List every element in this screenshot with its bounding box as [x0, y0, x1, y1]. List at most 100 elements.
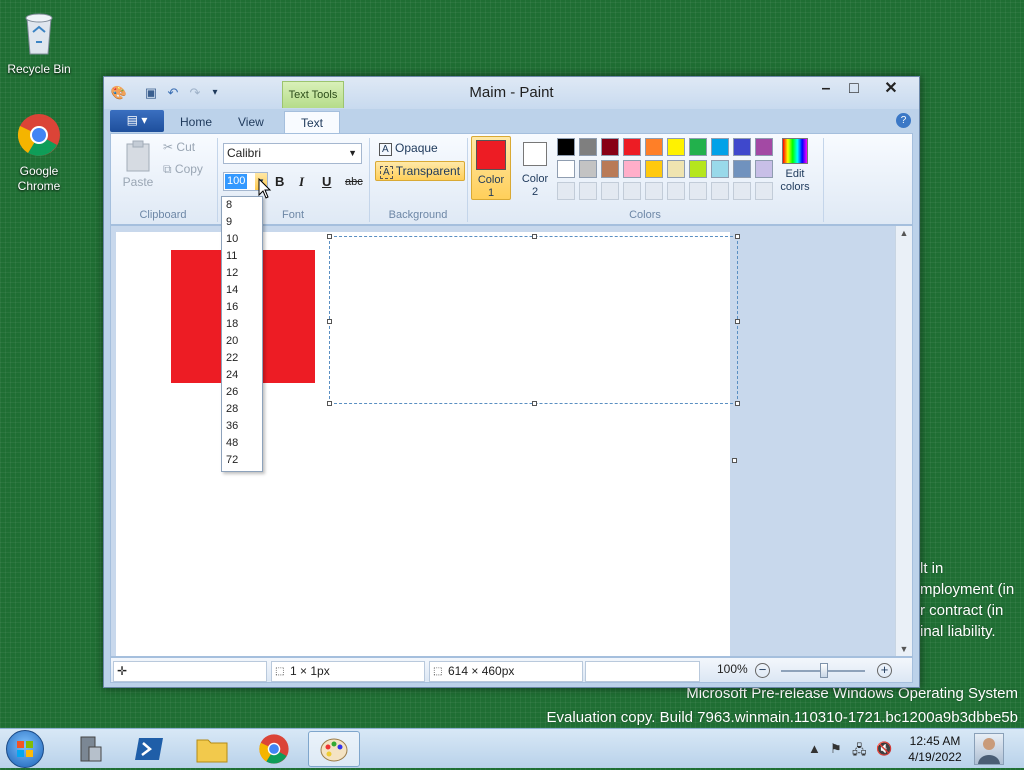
color2-button[interactable]: Color 2 — [515, 136, 555, 200]
font-size-option[interactable]: 18 — [222, 316, 262, 333]
resize-handle[interactable] — [532, 401, 537, 406]
opaque-icon: A — [379, 143, 392, 156]
title-bar[interactable]: 🎨 ▣ ↶ ↷ ▾ Text Tools Maim - Paint – □ ✕ — [104, 77, 919, 109]
tab-view[interactable]: View — [228, 111, 274, 133]
palette-swatch[interactable] — [579, 138, 597, 156]
palette-swatch[interactable] — [733, 160, 751, 178]
taskbar-paint[interactable] — [308, 731, 360, 767]
palette-swatch[interactable] — [733, 138, 751, 156]
palette-swatch[interactable] — [557, 138, 575, 156]
palette-swatch[interactable] — [623, 138, 641, 156]
font-size-option[interactable]: 36 — [222, 418, 262, 435]
palette-swatch[interactable] — [623, 160, 641, 178]
taskbar-powershell[interactable] — [124, 731, 176, 767]
paint-menu-button[interactable]: ▤ ▾ — [110, 110, 164, 132]
bold-button[interactable]: B — [275, 174, 284, 189]
clipboard-icon — [126, 140, 150, 172]
palette-swatch[interactable] — [579, 160, 597, 178]
edit-colors-button[interactable]: Edit colors — [775, 136, 815, 200]
font-size-option[interactable]: 26 — [222, 384, 262, 401]
zoom-slider-thumb[interactable] — [820, 663, 828, 678]
palette-swatch[interactable] — [689, 160, 707, 178]
network-icon[interactable]: 🖧 — [852, 741, 867, 763]
palette-swatch[interactable] — [711, 138, 729, 156]
resize-handle[interactable] — [735, 401, 740, 406]
font-size-option[interactable]: 22 — [222, 350, 262, 367]
color1-button[interactable]: Color 1 — [471, 136, 511, 200]
cut-button[interactable]: ✂ Cut — [163, 140, 195, 154]
close-button[interactable]: ✕ — [877, 79, 905, 99]
paste-button[interactable]: Paste — [121, 140, 155, 189]
show-hidden-icons-icon[interactable]: ▲ — [808, 741, 821, 756]
palette-swatch[interactable] — [557, 160, 575, 178]
user-avatar[interactable] — [974, 733, 1004, 765]
volume-muted-icon[interactable]: 🔇 — [876, 741, 892, 757]
font-size-option[interactable]: 24 — [222, 367, 262, 384]
tab-text[interactable]: Text — [284, 111, 341, 133]
palette-swatch[interactable] — [755, 160, 773, 178]
font-size-option[interactable]: 16 — [222, 299, 262, 316]
palette-swatch[interactable] — [601, 160, 619, 178]
palette-swatch[interactable] — [711, 160, 729, 178]
palette-swatch[interactable] — [689, 138, 707, 156]
resize-handle[interactable] — [327, 319, 332, 324]
cut-label: Cut — [176, 140, 196, 154]
zoom-level: 100% — [717, 662, 748, 676]
font-size-option[interactable]: 12 — [222, 265, 262, 282]
maximize-button[interactable]: □ — [840, 79, 868, 99]
taskbar-server-manager[interactable] — [64, 731, 116, 767]
tab-home[interactable]: Home — [170, 111, 222, 133]
font-size-option[interactable]: 14 — [222, 282, 262, 299]
action-center-flag-icon[interactable]: ⚑ — [830, 741, 842, 757]
font-size-option[interactable]: 11 — [222, 248, 262, 265]
selection-icon: ⬚ — [275, 666, 285, 677]
custom-color-slot — [689, 182, 707, 200]
font-family-select[interactable]: Calibri ▼ — [223, 143, 362, 164]
font-size-option[interactable]: 20 — [222, 333, 262, 350]
minimize-button[interactable]: – — [812, 79, 840, 99]
desktop-icon-recycle-bin[interactable]: Recycle Bin — [1, 8, 77, 77]
taskbar-chrome[interactable] — [248, 731, 300, 767]
font-size-option[interactable]: 48 — [222, 435, 262, 452]
resize-handle[interactable] — [735, 234, 740, 239]
transparent-button[interactable]: A Transparent — [375, 161, 466, 181]
clock[interactable]: 12:45 AM 4/19/2022 — [906, 733, 964, 765]
taskbar-explorer[interactable] — [186, 731, 238, 767]
transparent-icon: A — [380, 166, 393, 179]
help-icon[interactable]: ? — [896, 113, 911, 128]
zoom-out-icon[interactable]: − — [755, 663, 770, 678]
font-size-option[interactable]: 9 — [222, 214, 262, 231]
palette-swatch[interactable] — [755, 138, 773, 156]
scroll-down-icon[interactable]: ▼ — [896, 642, 912, 656]
font-size-option[interactable]: 8 — [222, 197, 262, 214]
font-size-option[interactable]: 28 — [222, 401, 262, 418]
strikethrough-button[interactable]: abc — [345, 176, 363, 188]
desktop-icon-label: Recycle Bin — [7, 62, 71, 76]
custom-color-slot — [711, 182, 729, 200]
start-button[interactable] — [6, 730, 44, 768]
custom-color-slot — [755, 182, 773, 200]
resize-handle[interactable] — [532, 234, 537, 239]
palette-swatch[interactable] — [667, 138, 685, 156]
resize-handle[interactable] — [327, 401, 332, 406]
zoom-in-icon[interactable]: + — [877, 663, 892, 678]
desktop-icon-chrome[interactable]: Google Chrome — [1, 112, 77, 194]
underline-button[interactable]: U — [322, 174, 331, 189]
resize-handle[interactable] — [735, 319, 740, 324]
italic-button[interactable]: I — [299, 174, 304, 190]
opaque-button[interactable]: A Opaque — [375, 139, 442, 158]
font-size-option[interactable]: 10 — [222, 231, 262, 248]
text-box-selection[interactable] — [327, 234, 740, 406]
canvas-resize-handle[interactable] — [732, 458, 737, 463]
drawing-canvas[interactable] — [116, 232, 740, 656]
resize-handle[interactable] — [327, 234, 332, 239]
scroll-up-icon[interactable]: ▲ — [896, 226, 912, 240]
palette-swatch[interactable] — [601, 138, 619, 156]
palette-swatch[interactable] — [645, 160, 663, 178]
font-size-option[interactable]: 72 — [222, 452, 262, 469]
copy-button[interactable]: ⧉ Copy — [163, 162, 203, 177]
palette-swatch[interactable] — [667, 160, 685, 178]
palette-swatch[interactable] — [645, 138, 663, 156]
vertical-scrollbar[interactable]: ▲ ▼ — [895, 226, 912, 656]
watermark-line: mployment (in — [920, 581, 1015, 598]
